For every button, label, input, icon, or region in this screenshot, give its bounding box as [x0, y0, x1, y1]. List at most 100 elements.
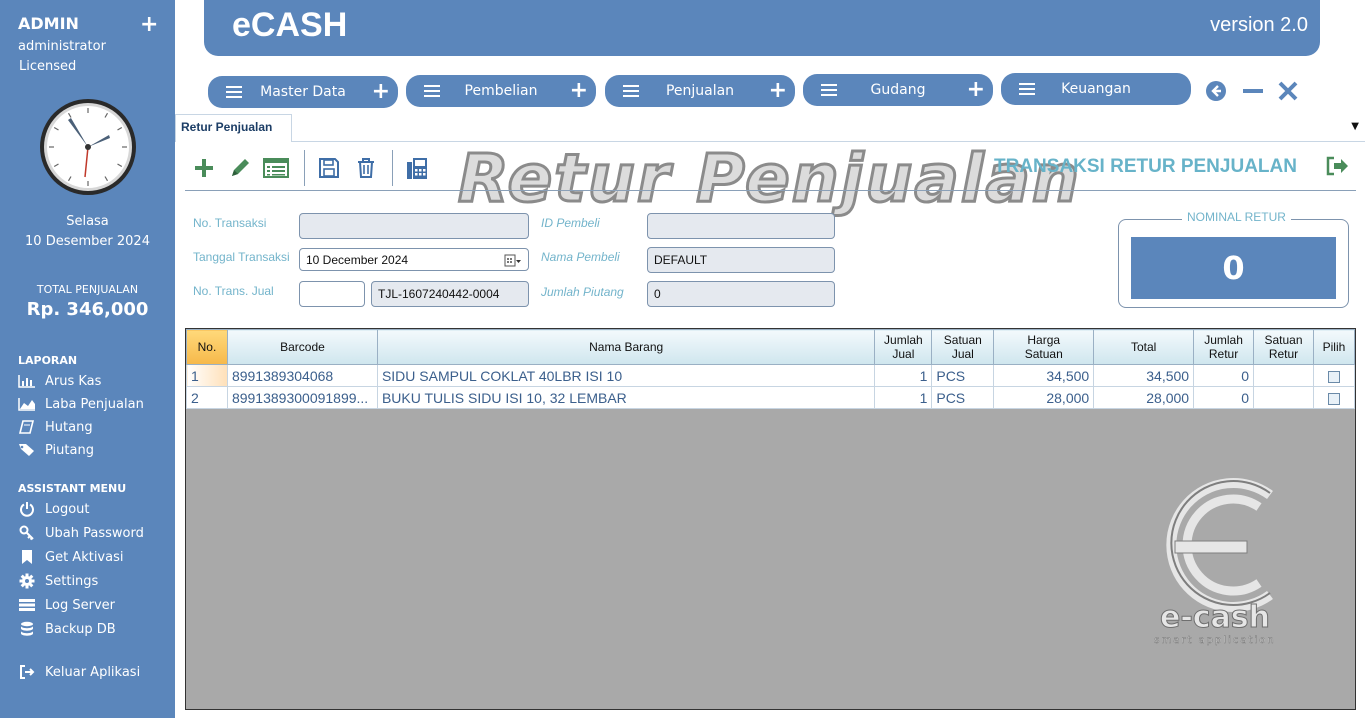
tab-bar: Retur Penjualan ▼ — [175, 112, 1365, 142]
delete-icon[interactable] — [352, 154, 380, 182]
menu-keuangan[interactable]: Keuangan — [1001, 73, 1191, 105]
col-header-satuan-jual[interactable]: Satuan Jual — [931, 329, 995, 365]
tanggal-transaksi-label: Tanggal Transaksi — [193, 250, 290, 264]
col-header-satuan-retur[interactable]: Satuan Retur — [1253, 329, 1314, 365]
close-icon[interactable] — [1277, 80, 1299, 102]
no-trans-jual-label: No. Trans. Jual — [193, 284, 274, 298]
sidebar-item-ubah-password[interactable]: Ubah Password — [18, 524, 144, 542]
col-header-jumlah-retur[interactable]: Jumlah Retur — [1193, 329, 1255, 365]
sidebar-item-settings[interactable]: Settings — [18, 572, 98, 590]
cell-satuan-retur[interactable] — [1253, 364, 1314, 387]
col-header-total[interactable]: Total — [1093, 329, 1195, 365]
nama-pembeli-field[interactable]: DEFAULT — [647, 247, 835, 273]
cell-barcode[interactable]: 8991389300091899... — [226, 386, 378, 409]
jumlah-piutang-field[interactable]: 0 — [647, 281, 835, 307]
sidebar-item-label: Log Server — [45, 597, 115, 613]
save-icon[interactable] — [315, 154, 343, 182]
col-header-pilih[interactable]: Pilih — [1312, 329, 1355, 365]
cell-jumlah-jual[interactable]: 1 — [874, 386, 933, 409]
logo-text: e-cash — [1160, 600, 1270, 635]
sidebar-item-keluar-aplikasi[interactable]: Keluar Aplikasi — [18, 663, 140, 681]
col-header-harga-satuan[interactable]: Harga Satuan — [993, 329, 1095, 365]
hamburger-icon — [1019, 83, 1035, 95]
sidebar-item-logout[interactable]: Logout — [18, 500, 90, 518]
cell-pilih[interactable] — [1312, 386, 1355, 409]
header-line: Jual — [892, 347, 915, 361]
cell-nama-barang[interactable]: SIDU SAMPUL COKLAT 40LBR ISI 10 — [376, 364, 876, 387]
nominal-retur-value: 0 — [1131, 237, 1336, 299]
sidebar-item-get-aktivasi[interactable]: Get Aktivasi — [18, 548, 123, 566]
cell-jumlah-jual[interactable]: 1 — [874, 364, 933, 387]
pilih-checkbox[interactable] — [1327, 392, 1340, 405]
sidebar-item-backup-db[interactable]: Backup DB — [18, 620, 116, 638]
sidebar-item-label: Keluar Aplikasi — [45, 664, 141, 680]
header-line: Jual — [951, 347, 974, 361]
tanggal-transaksi-value: 10 December 2024 — [306, 253, 409, 267]
bookmark-icon — [18, 550, 36, 564]
edit-icon[interactable] — [226, 154, 254, 182]
sidebar-item-label: Hutang — [45, 419, 93, 435]
app-version: version 2.0 — [1210, 14, 1308, 36]
bar-chart-icon — [18, 374, 36, 388]
current-date: 10 Desember 2024 — [25, 234, 150, 249]
sidebar-item-label: Get Aktivasi — [45, 549, 124, 565]
calendar-dropdown-icon[interactable] — [504, 254, 522, 268]
ecash-logo-icon: e-cash smart application — [1154, 478, 1274, 646]
table-row[interactable]: 1 8991389304068 SIDU SAMPUL COKLAT 40LBR… — [186, 364, 1355, 387]
total-sales-label: TOTAL PENJUALAN — [36, 283, 139, 296]
menu-pembelian[interactable]: Pembelian + — [406, 75, 596, 107]
table-row[interactable]: 2 8991389300091899... BUKU TULIS SIDU IS… — [186, 386, 1355, 409]
cell-jumlah-retur[interactable]: 0 — [1193, 386, 1255, 409]
cell-satuan-jual[interactable]: PCS — [931, 386, 995, 409]
list-icon — [18, 598, 36, 612]
col-header-jumlah-jual[interactable]: Jumlah Jual — [874, 329, 933, 365]
header-line: Harga — [1027, 333, 1061, 347]
toolbar-divider — [392, 150, 393, 186]
cell-nama-barang[interactable]: BUKU TULIS SIDU ISI 10, 32 LEMBAR — [376, 386, 876, 409]
tags-icon — [18, 443, 36, 457]
sidebar-item-label: Settings — [45, 573, 99, 589]
cell-no[interactable]: 1 — [186, 364, 228, 387]
col-header-barcode[interactable]: Barcode — [226, 329, 378, 365]
cell-total[interactable]: 28,000 — [1093, 386, 1195, 409]
cell-satuan-retur[interactable] — [1253, 386, 1314, 409]
cell-harga-satuan[interactable]: 28,000 — [993, 386, 1095, 409]
exit-icon[interactable] — [1325, 155, 1349, 177]
sidebar-item-log-server[interactable]: Log Server — [18, 596, 115, 614]
minimize-icon[interactable] — [1242, 80, 1264, 102]
tab-dropdown-icon[interactable]: ▼ — [1351, 121, 1359, 132]
id-pembeli-field[interactable] — [647, 213, 835, 239]
col-header-nama-barang[interactable]: Nama Barang — [376, 329, 876, 365]
sidebar-item-arus-kas[interactable]: Arus Kas — [18, 372, 101, 390]
key-icon — [18, 525, 36, 541]
hamburger-icon — [424, 85, 440, 97]
cell-satuan-jual[interactable]: PCS — [931, 364, 995, 387]
back-icon[interactable] — [1205, 80, 1227, 102]
no-trans-jual-field[interactable]: TJL-1607240442-0004 — [371, 281, 529, 307]
no-transaksi-field[interactable] — [299, 213, 529, 239]
sidebar-item-laba-penjualan[interactable]: Laba Penjualan — [18, 395, 144, 413]
menu-gudang[interactable]: Gudang + — [803, 74, 993, 106]
cell-barcode[interactable]: 8991389304068 — [226, 364, 378, 387]
sidebar-item-piutang[interactable]: Piutang — [18, 441, 94, 459]
tanggal-transaksi-field[interactable]: 10 December 2024 — [299, 248, 529, 271]
sidebar-item-hutang[interactable]: Hutang — [18, 418, 93, 436]
print-icon[interactable] — [404, 154, 432, 182]
add-icon[interactable] — [190, 154, 218, 182]
pilih-checkbox[interactable] — [1327, 370, 1340, 383]
col-header-no[interactable]: No. — [186, 329, 228, 365]
cell-harga-satuan[interactable]: 34,500 — [993, 364, 1095, 387]
menu-penjualan[interactable]: Penjualan + — [605, 75, 795, 107]
hamburger-icon — [821, 84, 837, 96]
cell-pilih[interactable] — [1312, 364, 1355, 387]
cell-jumlah-retur[interactable]: 0 — [1193, 364, 1255, 387]
header-line: Jumlah — [884, 333, 923, 347]
list-icon[interactable] — [262, 154, 290, 182]
expand-user-button[interactable]: + — [140, 12, 158, 37]
cell-no[interactable]: 2 — [186, 386, 228, 409]
no-trans-jual-code-field[interactable] — [299, 281, 365, 307]
cell-total[interactable]: 34,500 — [1093, 364, 1195, 387]
sidebar: ADMIN + administrator Licensed Selasa 10… — [0, 0, 175, 718]
menu-master-data[interactable]: Master Data + — [208, 76, 398, 108]
tab-retur-penjualan[interactable]: Retur Penjualan — [175, 114, 292, 142]
